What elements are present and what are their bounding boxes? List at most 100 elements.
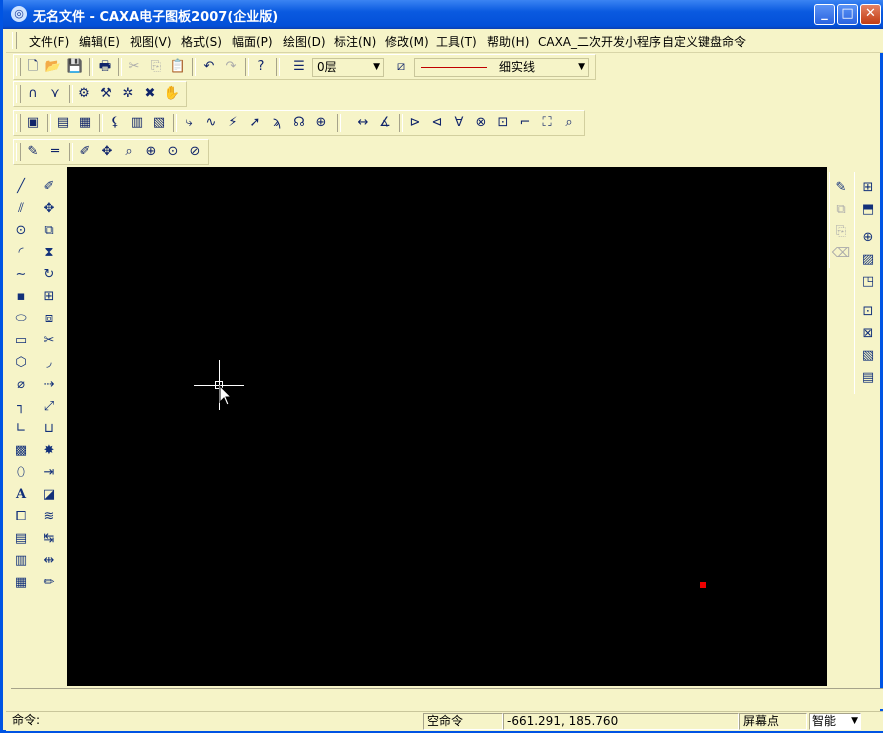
redo-icon[interactable]: ↷ xyxy=(222,58,240,76)
extend-icon[interactable]: ⇢ xyxy=(39,375,59,395)
title-block-icon[interactable]: ▤ xyxy=(54,114,72,132)
copy-select-icon[interactable]: ⧉ xyxy=(39,221,59,241)
stretch-icon[interactable]: ⊔ xyxy=(39,419,59,439)
new-file-icon[interactable]: 🗋 xyxy=(24,58,42,76)
equidistant-icon[interactable]: ∟ xyxy=(11,419,31,439)
centerline-draw-icon[interactable]: ⌀ xyxy=(11,375,31,395)
gallery-edit-icon[interactable]: ▤ xyxy=(858,368,878,388)
polygon-icon[interactable]: ⬡ xyxy=(11,353,31,373)
gallery-icon[interactable]: ▧ xyxy=(858,346,878,366)
tolerance-icon[interactable]: ⊡ xyxy=(494,114,512,132)
block-copy-icon[interactable]: ⧉ xyxy=(831,200,851,220)
wave-icon[interactable]: ∿ xyxy=(202,114,220,132)
circle-icon[interactable]: ⊙ xyxy=(11,221,31,241)
arrow-icon[interactable]: ➚ xyxy=(246,114,264,132)
library-icon[interactable]: ▧ xyxy=(150,114,168,132)
mirror-icon[interactable]: ⧗ xyxy=(39,243,59,263)
block-explode-icon[interactable]: ◳ xyxy=(858,272,878,292)
hatch-icon[interactable]: ▩ xyxy=(11,441,31,461)
menu-dimension[interactable]: 标注(N) xyxy=(334,33,376,50)
ellipse-icon[interactable]: ⬭ xyxy=(11,309,31,329)
paste-icon[interactable]: 📋 xyxy=(169,58,187,76)
snap-mode-select[interactable]: 智能 ▼ xyxy=(809,713,861,730)
menu-sheet[interactable]: 幅面(P) xyxy=(232,33,273,50)
layer-manager-icon[interactable]: ☰ xyxy=(290,58,308,76)
move-icon[interactable]: ✥ xyxy=(39,199,59,219)
properties-icon[interactable]: ⚙ xyxy=(75,85,93,103)
attribute-icon[interactable]: ▥ xyxy=(11,551,31,571)
menu-draw[interactable]: 绘图(D) xyxy=(283,33,326,50)
print-icon[interactable]: 🖶 xyxy=(96,58,114,76)
menu-tools[interactable]: 工具(T) xyxy=(436,33,477,50)
show-icon[interactable]: ⊠ xyxy=(858,324,878,344)
color-icon[interactable]: ◪ xyxy=(39,485,59,505)
block-edit-icon[interactable]: ▦ xyxy=(11,573,31,593)
align-icon[interactable]: ⇥ xyxy=(39,463,59,483)
angle-dim-icon[interactable]: ∡ xyxy=(376,114,394,132)
cut-icon[interactable]: ✂ xyxy=(125,58,143,76)
block-create-icon[interactable]: ⊞ xyxy=(858,178,878,198)
maximize-button[interactable]: □ xyxy=(837,4,858,25)
undo-icon[interactable]: ↶ xyxy=(200,58,218,76)
zoom-previous-icon[interactable]: ⊘ xyxy=(186,143,204,161)
insert-icon[interactable]: ⧠ xyxy=(11,507,31,527)
dim-edit-icon[interactable]: ↹ xyxy=(39,529,59,549)
save-icon[interactable]: 💾 xyxy=(66,58,84,76)
command-prompt[interactable]: 命令: xyxy=(9,713,423,730)
block-paste-icon[interactable]: ⎘ xyxy=(831,222,851,242)
construct-icon[interactable]: ⚸ xyxy=(106,114,124,132)
table-icon[interactable]: ▥ xyxy=(128,114,146,132)
block-delete-icon[interactable]: ⌫ xyxy=(831,244,851,264)
select-filter-icon[interactable]: ⋎ xyxy=(46,85,64,103)
format-brush-icon[interactable]: ✏ xyxy=(39,573,59,593)
menu-edit[interactable]: 编辑(E) xyxy=(79,33,120,50)
edit-text-icon[interactable]: ✎ xyxy=(831,178,851,198)
menu-custom-keys[interactable]: 自定义键盘命令 xyxy=(662,33,746,50)
scale-icon[interactable]: ⧈ xyxy=(39,309,59,329)
block-icon[interactable]: ⬯ xyxy=(11,463,31,483)
block-attr-icon[interactable]: ▨ xyxy=(858,250,878,270)
dimension-icon[interactable]: ↔ xyxy=(354,114,372,132)
menubar-grip[interactable] xyxy=(12,32,17,49)
point-icon[interactable]: ▪ xyxy=(11,287,31,307)
toolbar-grip[interactable] xyxy=(16,85,21,103)
ruler-icon[interactable]: ═ xyxy=(46,143,64,161)
title-bar[interactable]: ◎ 无名文件 - CAXA电子图板2007(企业版) _ □ ✕ xyxy=(3,0,883,29)
toolbar-grip[interactable] xyxy=(16,58,21,76)
section-icon[interactable]: ⛶ xyxy=(538,114,556,132)
polyline-icon[interactable]: ┐ xyxy=(11,397,31,417)
trim-icon[interactable]: ✂ xyxy=(39,331,59,351)
rectangle-icon[interactable]: ▭ xyxy=(11,331,31,351)
zoom-dynamic-icon[interactable]: ⌕ xyxy=(120,143,138,161)
layer-select[interactable]: 0层 ▼ xyxy=(312,58,384,77)
minimize-button[interactable]: _ xyxy=(814,4,835,25)
menu-view[interactable]: 视图(V) xyxy=(130,33,172,50)
parallel-line-icon[interactable]: ⫽ xyxy=(11,199,31,219)
tool-icon[interactable]: ✖ xyxy=(141,85,159,103)
text-leader-icon[interactable]: ⌐ xyxy=(516,114,534,132)
help-question-icon[interactable]: ? xyxy=(252,58,270,76)
drawing-canvas[interactable] xyxy=(67,167,827,686)
arc-icon[interactable]: ☊ xyxy=(290,114,308,132)
parts-list-icon[interactable]: ▦ xyxy=(76,114,94,132)
center-line-icon[interactable]: ⊕ xyxy=(312,114,330,132)
settings-icon[interactable]: ✲ xyxy=(119,85,137,103)
view-icon[interactable]: ⌕ xyxy=(560,114,578,132)
table-insert-icon[interactable]: ▤ xyxy=(11,529,31,549)
weld-icon[interactable]: ⊗ xyxy=(472,114,490,132)
curve-tool-icon[interactable]: ∩ xyxy=(24,85,42,103)
hide-icon[interactable]: ⊡ xyxy=(858,302,878,322)
zigzag-icon[interactable]: ⚡ xyxy=(224,114,242,132)
eraser-icon[interactable]: ✐ xyxy=(39,177,59,197)
dynamic-pan-icon[interactable]: ✥ xyxy=(98,143,116,161)
linetype-icon[interactable]: ⧄ xyxy=(392,58,410,76)
toolbar-grip[interactable] xyxy=(16,114,21,132)
menu-caxa-dev[interactable]: CAXA_二次开发小程序 xyxy=(538,33,661,50)
leader-icon[interactable]: ⊳ xyxy=(406,114,424,132)
text-icon[interactable]: A xyxy=(11,485,31,505)
pan-icon[interactable]: ✋ xyxy=(163,85,181,103)
break-icon[interactable]: ⤢ xyxy=(39,397,59,417)
menu-file[interactable]: 文件(F) xyxy=(29,33,69,50)
roughness-icon[interactable]: ∀ xyxy=(450,114,468,132)
zoom-window-icon[interactable]: ⊕ xyxy=(142,143,160,161)
